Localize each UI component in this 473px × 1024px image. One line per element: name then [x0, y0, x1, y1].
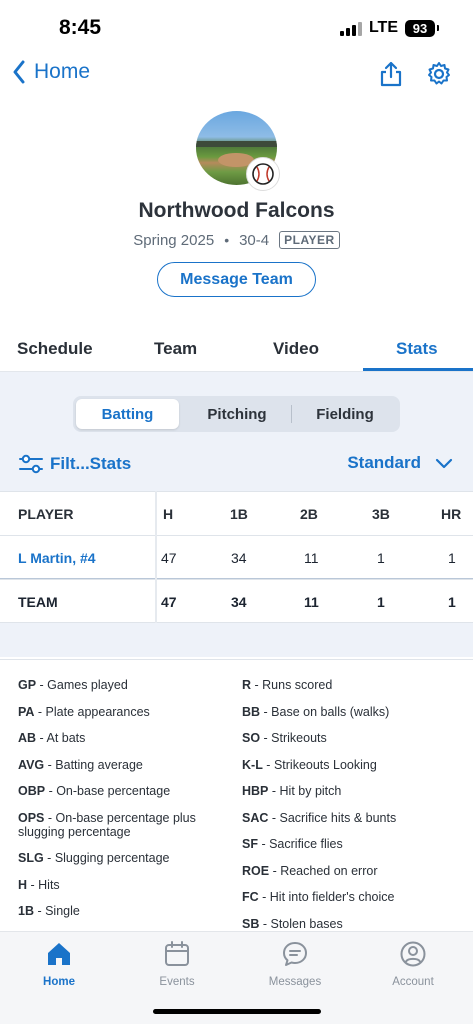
- message-team-button[interactable]: Message Team: [157, 262, 316, 297]
- tab-schedule[interactable]: Schedule: [17, 339, 93, 359]
- glossary-column-right: R - Runs scored BB - Base on balls (walk…: [242, 678, 467, 931]
- glossary-item: SLG - Slugging percentage: [18, 851, 170, 865]
- baseball-icon: [246, 157, 280, 191]
- table-header-row: PLAYER H 1B 2B 3B HR: [0, 491, 473, 535]
- column-header: PLAYER: [18, 506, 74, 522]
- tab-stats[interactable]: Stats: [396, 339, 438, 359]
- battery-icon: 93: [405, 19, 439, 37]
- column-header[interactable]: H: [163, 506, 173, 522]
- column-header[interactable]: HR: [441, 506, 461, 522]
- glossary-item: FC - Hit into fielder's choice: [242, 890, 395, 904]
- tab-label: Messages: [268, 976, 322, 988]
- team-record: 30-4: [239, 231, 270, 249]
- column-header[interactable]: 2B: [300, 506, 318, 522]
- stat-cell: 34: [231, 594, 247, 610]
- glossary-item: SAC - Sacrifice hits & bunts: [242, 810, 397, 825]
- tab-home[interactable]: Home: [19, 940, 99, 988]
- column-divider: [155, 491, 157, 623]
- tab-account[interactable]: Account: [373, 940, 453, 988]
- role-badge: PLAYER: [279, 231, 340, 249]
- glossary-column-left: GP - Games played PA - Plate appearances…: [18, 678, 223, 931]
- stat-cell: 11: [304, 594, 319, 610]
- glossary-item: K-L - Strikeouts Looking: [242, 757, 377, 772]
- glossary-item: GP - Games played: [18, 678, 128, 692]
- team-label: TEAM: [18, 594, 58, 610]
- glossary-item: SF - Sacrifice flies: [242, 837, 343, 851]
- tab-video[interactable]: Video: [273, 339, 319, 359]
- stat-type-segmented-control: Batting Pitching Fielding: [73, 396, 400, 432]
- chevron-down-icon: [435, 458, 453, 469]
- filter-label: Filt...Stats: [50, 454, 132, 473]
- stat-cell: 11: [304, 550, 319, 566]
- segment-batting[interactable]: Batting: [76, 399, 179, 429]
- season: Spring 2025: [133, 231, 215, 249]
- clock: 8:45: [59, 16, 102, 39]
- tab-bar-top: Schedule Team Video Stats: [0, 326, 473, 372]
- status-bar: 8:45 LTE 93: [0, 0, 473, 56]
- column-header[interactable]: 1B: [230, 506, 248, 522]
- glossary-item: AVG - Batting average: [18, 757, 143, 772]
- stats-glossary: GP - Games played PA - Plate appearances…: [0, 659, 473, 931]
- chat-bubble-icon: [283, 942, 307, 966]
- segment-pitching[interactable]: Pitching: [183, 399, 291, 429]
- sliders-icon: [19, 454, 43, 474]
- glossary-item: ROE - Reached on error: [242, 863, 378, 878]
- calendar-icon: [165, 941, 189, 966]
- stat-cell: 1: [377, 550, 385, 566]
- view-label: Standard: [347, 453, 421, 472]
- filter-stats-button[interactable]: Filt...Stats: [18, 453, 131, 475]
- team-name: Northwood Falcons: [138, 199, 335, 222]
- team-meta: Spring 2025 • 30-4 PLAYER: [0, 231, 473, 249]
- glossary-item: R - Runs scored: [242, 678, 333, 692]
- back-label: Home: [34, 60, 91, 83]
- stat-cell: 47: [161, 550, 177, 566]
- active-tab-indicator: [363, 368, 473, 371]
- stat-cell: 34: [231, 550, 247, 566]
- tab-events[interactable]: Events: [137, 940, 217, 988]
- stat-cell: 47: [161, 594, 177, 610]
- home-icon: [48, 943, 70, 965]
- player-name-link[interactable]: L Martin, #4: [18, 550, 96, 566]
- column-header[interactable]: 3B: [372, 506, 390, 522]
- glossary-item: OPS - On-base percentage plus slugging p…: [18, 810, 196, 839]
- home-indicator[interactable]: [153, 1009, 321, 1014]
- chevron-left-icon: [13, 60, 25, 84]
- glossary-item: BB - Base on balls (walks): [242, 704, 390, 719]
- person-icon: [400, 941, 426, 967]
- back-button[interactable]: Home: [12, 60, 90, 84]
- stats-table: PLAYER H 1B 2B 3B HR L Martin, #4 47 34 …: [0, 491, 473, 623]
- gear-icon[interactable]: [425, 60, 453, 88]
- table-row[interactable]: L Martin, #4 47 34 11 1 1: [0, 535, 473, 579]
- glossary-item: OBP - On-base percentage: [18, 784, 171, 798]
- status-icons: LTE 93: [339, 19, 439, 37]
- glossary-item: HBP - Hit by pitch: [242, 784, 342, 798]
- stat-cell: 1: [448, 550, 456, 566]
- team-total-row: TEAM 47 34 11 1 1: [0, 579, 473, 623]
- glossary-item: SO - Strikeouts: [242, 731, 327, 745]
- tab-team[interactable]: Team: [154, 339, 197, 359]
- nav-bar: Home: [0, 56, 473, 100]
- segment-fielding[interactable]: Fielding: [292, 399, 398, 429]
- signal-icon: [339, 21, 362, 36]
- view-selector[interactable]: Standard: [347, 453, 453, 473]
- tab-label: Home: [43, 976, 75, 988]
- tab-label: Events: [159, 976, 195, 988]
- glossary-item: AB - At bats: [18, 731, 86, 745]
- stat-cell: 1: [448, 594, 456, 610]
- separator-dot: •: [224, 232, 230, 248]
- glossary-item: PA - Plate appearances: [18, 704, 150, 719]
- tab-messages[interactable]: Messages: [255, 940, 335, 988]
- glossary-item: SB - Stolen bases: [242, 916, 343, 931]
- tab-label: Account: [392, 976, 434, 988]
- glossary-item: 1B - Single: [18, 904, 80, 918]
- share-icon[interactable]: [377, 60, 405, 88]
- glossary-item: H - Hits: [18, 877, 60, 892]
- network-type: LTE: [368, 19, 398, 36]
- stat-cell: 1: [377, 594, 385, 610]
